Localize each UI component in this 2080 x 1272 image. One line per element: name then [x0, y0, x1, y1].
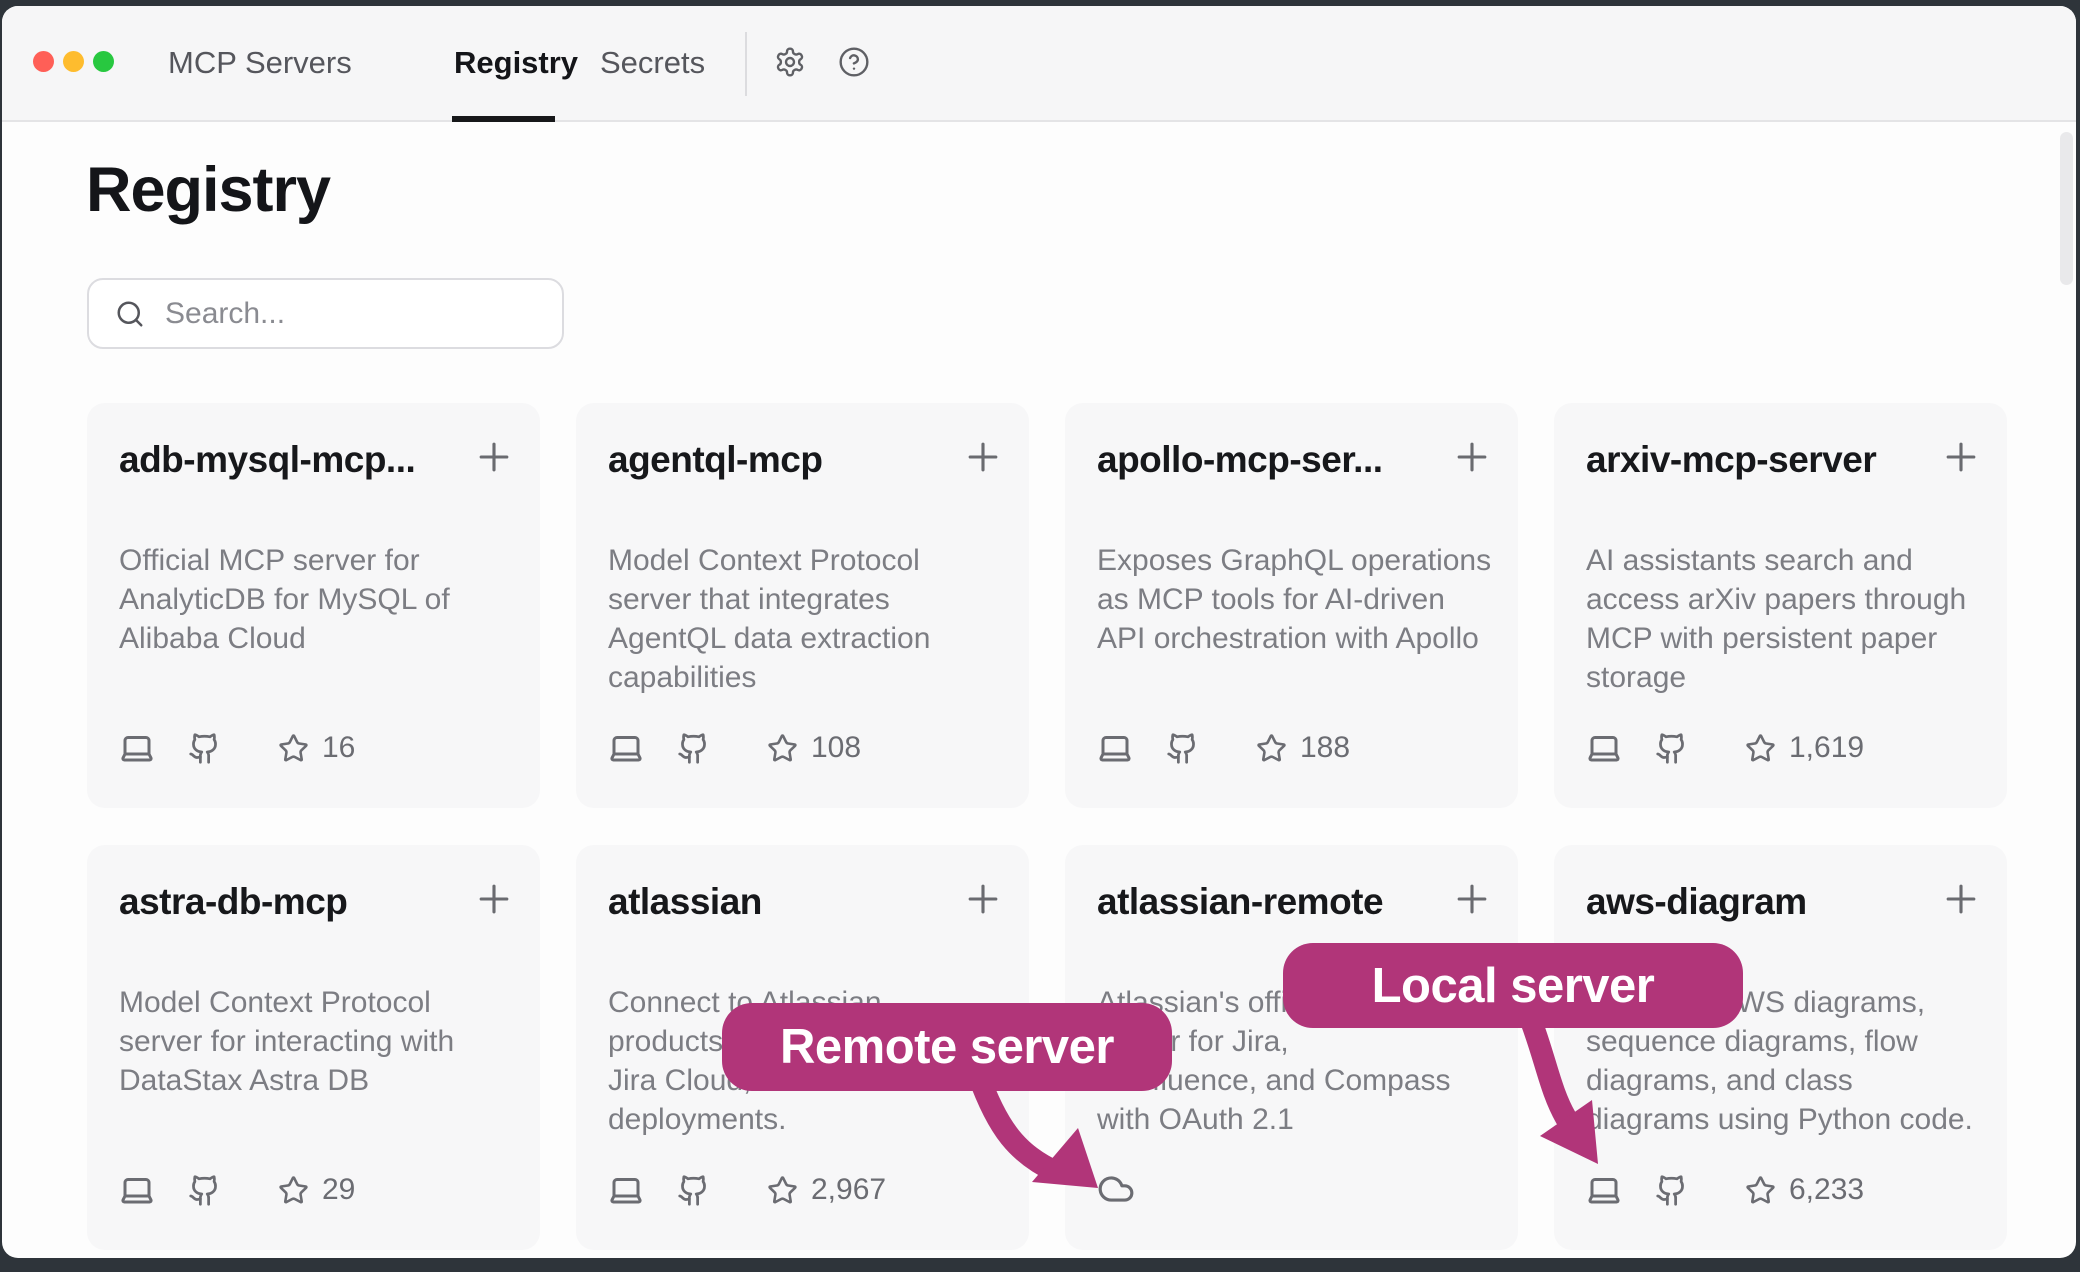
plus-icon: [1939, 877, 1983, 921]
star-count: 2,967: [811, 1173, 886, 1207]
app-window: MCP Servers Registry Secrets Registry ad…: [2, 6, 2076, 1258]
remote-server-cloud-icon: [1097, 1170, 1135, 1208]
github-icon[interactable]: [677, 732, 710, 765]
zoom-window-button[interactable]: [93, 51, 114, 72]
local-server-laptop-icon: [608, 730, 644, 766]
star-count: 108: [811, 731, 861, 765]
vertical-scrollbar[interactable]: [2060, 132, 2073, 285]
server-meta: 29: [119, 1172, 355, 1208]
local-server-laptop-icon: [1586, 730, 1622, 766]
plus-icon: [472, 877, 516, 921]
server-card[interactable]: aws-diagram Generate AWS diagrams, seque…: [1554, 845, 2007, 1250]
active-tab-indicator: [452, 116, 555, 122]
server-name: arxiv-mcp-server: [1586, 439, 1876, 481]
star-icon: [1745, 733, 1776, 764]
plus-icon: [1450, 877, 1494, 921]
server-meta: 6,233: [1586, 1172, 1864, 1208]
star-count: 6,233: [1789, 1173, 1864, 1207]
add-server-button[interactable]: [961, 435, 1005, 479]
plus-icon: [1939, 435, 1983, 479]
server-card[interactable]: adb-mysql-mcp... Official MCP server for…: [87, 403, 540, 808]
server-meta: 188: [1097, 730, 1350, 766]
github-icon[interactable]: [188, 732, 221, 765]
search-box[interactable]: [87, 278, 564, 349]
star-icon: [278, 1175, 309, 1206]
server-name: adb-mysql-mcp...: [119, 439, 415, 481]
star-icon: [278, 733, 309, 764]
add-server-button[interactable]: [472, 877, 516, 921]
remote-server-callout: Remote server: [722, 1003, 1172, 1091]
plus-icon: [961, 435, 1005, 479]
server-card[interactable]: arxiv-mcp-server AI assistants search an…: [1554, 403, 2007, 808]
title-bar: MCP Servers Registry Secrets: [2, 6, 2076, 122]
github-icon[interactable]: [1166, 732, 1199, 765]
star-count: 16: [322, 731, 355, 765]
plus-icon: [961, 877, 1005, 921]
server-meta: 1,619: [1586, 730, 1864, 766]
plus-icon: [1450, 435, 1494, 479]
local-server-laptop-icon: [1097, 730, 1133, 766]
add-server-button[interactable]: [1450, 435, 1494, 479]
local-server-laptop-icon: [1586, 1172, 1622, 1208]
server-description: AI assistants search and access arXiv pa…: [1586, 541, 1986, 697]
star-count: 188: [1300, 731, 1350, 765]
server-name: agentql-mcp: [608, 439, 822, 481]
server-name: atlassian-remote: [1097, 881, 1383, 923]
search-icon: [115, 299, 145, 329]
add-server-button[interactable]: [1450, 877, 1494, 921]
star-icon: [767, 1175, 798, 1206]
github-icon[interactable]: [188, 1174, 221, 1207]
server-meta: 2,967: [608, 1172, 886, 1208]
add-server-button[interactable]: [1939, 877, 1983, 921]
server-name: astra-db-mcp: [119, 881, 347, 923]
close-window-button[interactable]: [33, 51, 54, 72]
server-description: Exposes GraphQL operations as MCP tools …: [1097, 541, 1497, 658]
star-count: 29: [322, 1173, 355, 1207]
server-name: apollo-mcp-ser...: [1097, 439, 1383, 481]
star-icon: [1256, 733, 1287, 764]
server-card[interactable]: apollo-mcp-ser... Exposes GraphQL operat…: [1065, 403, 1518, 808]
settings-gear-icon[interactable]: [774, 46, 806, 78]
add-server-button[interactable]: [961, 877, 1005, 921]
server-meta: [1097, 1170, 1135, 1208]
server-description: Model Context Protocol server for intera…: [119, 983, 519, 1100]
github-icon[interactable]: [1655, 1174, 1688, 1207]
help-icon[interactable]: [838, 46, 870, 78]
minimize-window-button[interactable]: [63, 51, 84, 72]
toolbar-divider: [745, 32, 747, 96]
desktop-background: MCP Servers Registry Secrets Registry ad…: [0, 0, 2080, 1272]
server-description: Model Context Protocol server that integ…: [608, 541, 1008, 697]
server-meta: 108: [608, 730, 861, 766]
tab-mcp-servers[interactable]: MCP Servers: [168, 6, 352, 120]
add-server-button[interactable]: [472, 435, 516, 479]
server-meta: 16: [119, 730, 355, 766]
tab-secrets[interactable]: Secrets: [600, 6, 705, 120]
star-count: 1,619: [1789, 731, 1864, 765]
plus-icon: [472, 435, 516, 479]
page-title: Registry: [86, 154, 330, 226]
registry-card-grid: adb-mysql-mcp... Official MCP server for…: [87, 403, 2007, 1250]
server-name: atlassian: [608, 881, 762, 923]
server-card[interactable]: agentql-mcp Model Context Protocol serve…: [576, 403, 1029, 808]
server-card[interactable]: astra-db-mcp Model Context Protocol serv…: [87, 845, 540, 1250]
github-icon[interactable]: [677, 1174, 710, 1207]
server-description: Official MCP server for AnalyticDB for M…: [119, 541, 519, 658]
search-input[interactable]: [165, 297, 525, 331]
star-icon: [767, 733, 798, 764]
server-name: aws-diagram: [1586, 881, 1807, 923]
local-server-laptop-icon: [608, 1172, 644, 1208]
local-server-laptop-icon: [119, 730, 155, 766]
add-server-button[interactable]: [1939, 435, 1983, 479]
local-server-laptop-icon: [119, 1172, 155, 1208]
tab-registry[interactable]: Registry: [454, 6, 578, 120]
local-server-callout: Local server: [1283, 943, 1743, 1028]
github-icon[interactable]: [1655, 732, 1688, 765]
star-icon: [1745, 1175, 1776, 1206]
